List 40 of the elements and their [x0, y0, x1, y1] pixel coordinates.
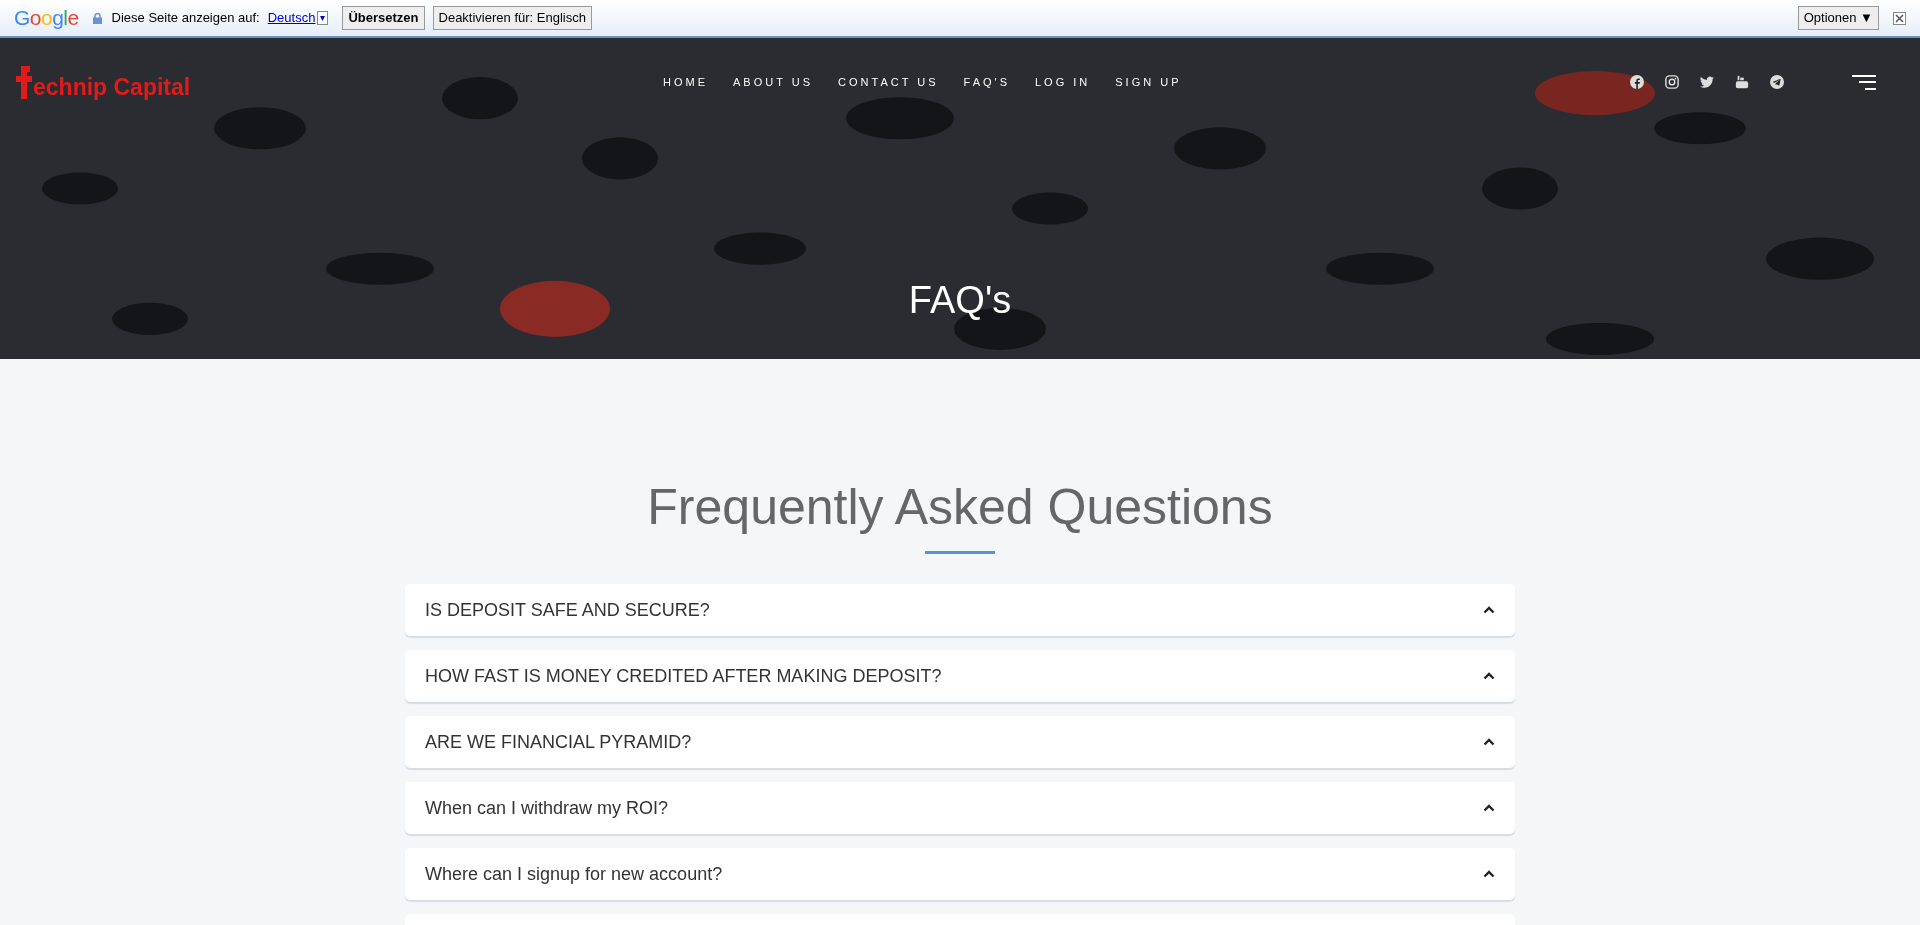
logo-text: echnip Capital: [33, 75, 191, 99]
faq-item[interactable]: ARE WE FINANCIAL PYRAMID?: [405, 716, 1515, 768]
nav-link[interactable]: SIGN UP: [1115, 73, 1182, 91]
chevron-up-icon: [1483, 738, 1495, 746]
options-button[interactable]: Optionen ▼: [1797, 6, 1879, 30]
nav-link[interactable]: HOME: [663, 73, 708, 91]
chevron-up-icon: [1483, 870, 1495, 878]
faq-question: ARE WE FINANCIAL PYRAMID?: [425, 730, 693, 754]
youtube-icon[interactable]: [1735, 75, 1749, 89]
faq-question: When can I withdraw my ROI?: [425, 796, 670, 820]
faq-item[interactable]: Where can I signup for new account?: [405, 848, 1515, 900]
faq-item[interactable]: HOW FAST IS MONEY CREDITED AFTER MAKING DEPOSIT?: [405, 650, 1515, 702]
faq-item[interactable]: IS DEPOSIT SAFE AND SECURE?: [405, 584, 1515, 636]
translate-button[interactable]: Übersetzen: [342, 6, 425, 30]
google-logo: Google: [14, 5, 79, 32]
language-link[interactable]: Deutsch: [267, 8, 316, 28]
translate-prompt: Diese Seite anzeigen auf:: [111, 9, 260, 28]
chevron-up-icon: [1483, 606, 1495, 614]
twitter-icon[interactable]: [1700, 75, 1714, 89]
nav-link[interactable]: LOG IN: [1035, 73, 1091, 91]
hero-title: FAQ's: [908, 278, 1012, 323]
instagram-icon[interactable]: [1665, 75, 1679, 89]
menu-icon[interactable]: [1852, 74, 1876, 90]
nav-link[interactable]: FAQ'S: [963, 73, 1010, 91]
faq-question: HOW FAST IS MONEY CREDITED AFTER MAKING DEPOSIT?: [425, 664, 943, 688]
faq-item[interactable]: When can I withdraw my ROI?: [405, 782, 1515, 834]
close-icon[interactable]: [1893, 11, 1906, 25]
lock-icon: [92, 12, 102, 24]
disable-button[interactable]: Deaktivieren für: Englisch: [432, 6, 592, 30]
language-dropdown[interactable]: ▾: [317, 11, 329, 25]
logo-mark-icon: [16, 65, 32, 99]
faq-question: IS DEPOSIT SAFE AND SECURE?: [425, 598, 711, 622]
faq-question: Where can I signup for new account?: [425, 862, 724, 886]
section-title: Frequently Asked Questions: [647, 478, 1273, 537]
nav-link[interactable]: CONTACT US: [838, 73, 939, 91]
facebook-icon[interactable]: [1630, 75, 1644, 89]
nav-link[interactable]: ABOUT US: [733, 73, 814, 91]
chevron-up-icon: [1483, 804, 1495, 812]
telegram-icon[interactable]: [1770, 75, 1784, 89]
chevron-up-icon: [1483, 672, 1495, 680]
